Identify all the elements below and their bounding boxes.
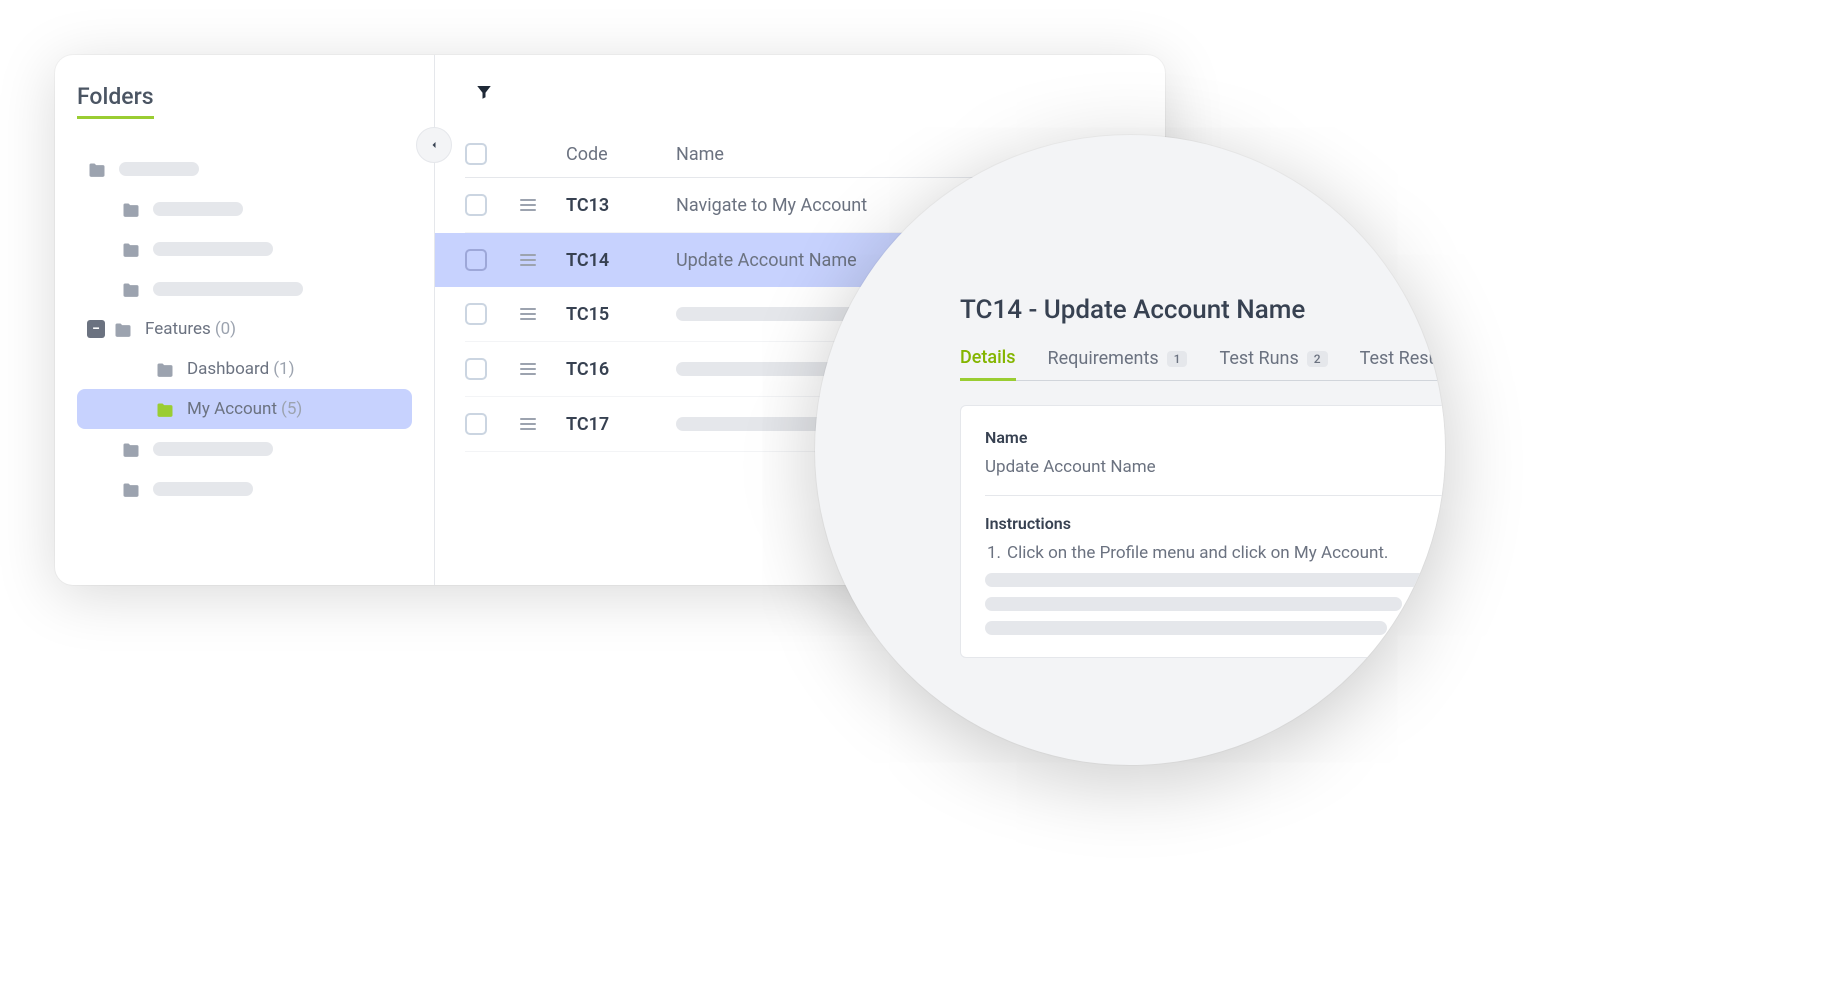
folder-icon: [155, 401, 175, 418]
tab-label: Requirements: [1048, 348, 1159, 369]
folder-label: My Account: [187, 399, 277, 419]
tab-label: Details: [960, 347, 1016, 368]
tab-test-resu[interactable]: Test Resu: [1360, 347, 1439, 380]
tab-details[interactable]: Details: [960, 347, 1016, 381]
folder-count: (1): [273, 359, 294, 379]
instructions-label: Instructions: [985, 514, 1445, 533]
tree-item[interactable]: [77, 229, 412, 269]
drag-handle-icon[interactable]: [520, 199, 566, 211]
folder-icon: [121, 281, 141, 298]
filter-button[interactable]: [475, 83, 493, 101]
detail-panel: TC14 - Update Account Name Details Requir…: [815, 135, 1445, 765]
test-case-code: TC16: [566, 359, 676, 380]
detail-tabs: Details Requirements 1 Test Runs 2 Test Resu: [960, 347, 1445, 381]
placeholder-bar: [153, 242, 273, 256]
detail-title: TC14 - Update Account Name: [960, 295, 1445, 325]
row-checkbox[interactable]: [465, 303, 487, 325]
row-checkbox[interactable]: [465, 249, 487, 271]
folder-icon: [121, 441, 141, 458]
test-case-code: TC15: [566, 304, 676, 325]
folder-icon: [121, 201, 141, 218]
tab-badge: 2: [1307, 351, 1328, 367]
folder-icon: [155, 361, 175, 378]
tab-test-runs[interactable]: Test Runs 2: [1219, 347, 1327, 380]
name-field-label: Name: [985, 428, 1445, 447]
select-all-checkbox[interactable]: [465, 143, 487, 165]
folder-icon: [121, 241, 141, 258]
drag-handle-icon[interactable]: [520, 308, 566, 320]
placeholder-bar: [153, 282, 303, 296]
folder-count: (5): [281, 399, 302, 419]
filter-icon: [475, 83, 493, 101]
folder-icon: [121, 481, 141, 498]
folders-sidebar: Folders −Features (0)Dashboard (1)My Acc…: [55, 55, 435, 585]
folder-count: (0): [215, 319, 236, 339]
folder-tree: −Features (0)Dashboard (1)My Account (5): [77, 149, 412, 509]
tree-item[interactable]: [77, 469, 412, 509]
row-checkbox[interactable]: [465, 194, 487, 216]
drag-handle-icon[interactable]: [520, 254, 566, 266]
drag-handle-icon[interactable]: [520, 418, 566, 430]
placeholder-bar: [153, 442, 273, 456]
tab-badge: 1: [1167, 351, 1188, 367]
instruction-number: 1.: [987, 543, 1001, 563]
sidebar-title: Folders: [77, 83, 154, 119]
tree-item[interactable]: − Features (0): [77, 309, 412, 349]
test-case-code: TC17: [566, 414, 676, 435]
tab-requirements[interactable]: Requirements 1: [1048, 347, 1188, 380]
chevron-left-icon: [428, 139, 440, 151]
divider: [985, 495, 1445, 496]
folder-label: Features: [145, 319, 211, 339]
test-case-code: TC14: [566, 250, 676, 271]
test-case-code: TC13: [566, 195, 676, 216]
row-checkbox[interactable]: [465, 413, 487, 435]
tab-label: Test Runs: [1219, 348, 1298, 369]
select-all-cell: [465, 143, 520, 165]
tree-item[interactable]: Dashboard (1): [77, 349, 412, 389]
tree-item[interactable]: [77, 149, 412, 189]
instruction-list: 1. Click on the Profile menu and click on…: [985, 543, 1445, 563]
instruction-item: 1. Click on the Profile menu and click on…: [987, 543, 1445, 563]
placeholder-bar: [153, 202, 243, 216]
placeholder-bar: [153, 482, 253, 496]
tree-item[interactable]: [77, 269, 412, 309]
collapse-sidebar-button[interactable]: [416, 127, 452, 163]
tree-item[interactable]: [77, 429, 412, 469]
placeholder-line: [985, 573, 1426, 587]
tree-item[interactable]: [77, 189, 412, 229]
name-field-value: Update Account Name: [985, 457, 1445, 477]
instruction-text: Click on the Profile menu and click on M…: [1007, 543, 1388, 563]
row-checkbox[interactable]: [465, 358, 487, 380]
tab-label: Test Resu: [1360, 348, 1439, 369]
placeholder-bar: [119, 162, 199, 176]
drag-handle-icon[interactable]: [520, 363, 566, 375]
placeholder-line: [985, 597, 1402, 611]
folder-icon: [87, 161, 107, 178]
tree-item[interactable]: My Account (5): [77, 389, 412, 429]
detail-card: Name Update Account Name Instructions 1.…: [960, 405, 1445, 658]
folder-label: Dashboard: [187, 359, 269, 379]
code-header: Code: [566, 144, 676, 165]
toggle-icon[interactable]: −: [87, 320, 105, 338]
placeholder-line: [985, 621, 1387, 635]
folder-icon: [113, 321, 133, 338]
